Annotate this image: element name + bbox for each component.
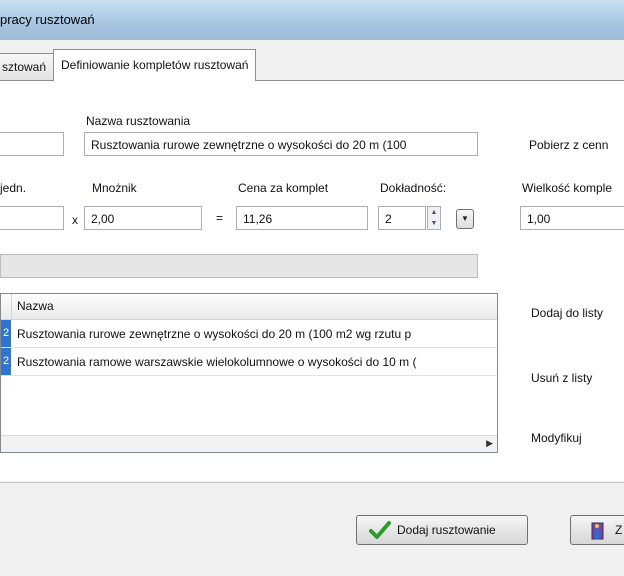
name-label: Nazwa rusztowania <box>86 114 191 128</box>
code-field[interactable] <box>0 132 64 156</box>
precision-spinner[interactable]: ▲ ▼ <box>427 206 441 230</box>
spin-down-icon[interactable]: ▼ <box>428 218 440 229</box>
remove-from-list-button[interactable]: Usuń z listy <box>531 371 592 385</box>
name-field[interactable]: Rusztowania rurowe zewnętrzne o wysokośc… <box>84 132 478 156</box>
tab-scaffold-work[interactable]: sztowań <box>0 53 55 80</box>
precision-label: Dokładność: <box>380 181 447 195</box>
price-label: Cena za komplet <box>238 181 329 195</box>
unit-field[interactable] <box>0 206 64 230</box>
chevron-down-icon: ▼ <box>461 214 469 223</box>
table-row[interactable]: 2 Rusztowania rurowe zewnętrzne o wysoko… <box>1 320 497 348</box>
equals-operator: = <box>216 211 224 225</box>
bottom-bar: Dodaj rusztowanie Z <box>0 482 624 576</box>
precision-dropdown-button[interactable]: ▼ <box>456 209 474 229</box>
row-number: 2 <box>1 348 11 375</box>
window-title: pracy rusztowań <box>0 12 95 27</box>
progress-bar <box>0 254 478 278</box>
grid-header-num <box>1 294 12 319</box>
modify-button[interactable]: Modyfikuj <box>531 431 582 445</box>
close-label: Z <box>615 523 623 537</box>
set-size-field[interactable]: 1,00 <box>520 206 624 230</box>
fetch-from-pricelist-label[interactable]: Pobierz z cenn <box>529 138 608 152</box>
scroll-right-icon[interactable]: ▶ <box>486 438 493 449</box>
precision-field[interactable]: 2 <box>378 206 426 230</box>
add-scaffold-button[interactable]: Dodaj rusztowanie <box>356 515 528 545</box>
close-button[interactable]: Z <box>570 515 624 545</box>
title-bar: pracy rusztowań <box>0 0 624 41</box>
unit-label: jedn. <box>0 181 27 195</box>
add-to-list-button[interactable]: Dodaj do listy <box>531 306 603 320</box>
tab-panel: Nazwa rusztowania Rusztowania rurowe zew… <box>0 80 624 481</box>
multiplier-field[interactable]: 2,00 <box>84 206 202 230</box>
price-field[interactable]: 11,26 <box>236 206 368 230</box>
multiplier-label: Mnożnik <box>92 181 137 195</box>
horizontal-scrollbar[interactable]: ▶ <box>1 435 497 452</box>
spin-up-icon[interactable]: ▲ <box>428 207 440 218</box>
tab-define-scaffold-sets[interactable]: Definiowanie kompletów rusztowań <box>53 49 257 81</box>
row-name: Rusztowania rurowe zewnętrzne o wysokośc… <box>17 327 412 341</box>
row-number: 2 <box>1 320 11 347</box>
scaffold-list: Nazwa 2 Rusztowania rurowe zewnętrzne o … <box>0 293 498 453</box>
door-exit-icon <box>589 521 609 544</box>
times-operator: x <box>72 213 78 227</box>
grid-header: Nazwa <box>1 294 497 320</box>
table-row[interactable]: 2 Rusztowania ramowe warszawskie wieloko… <box>1 348 497 376</box>
grid-header-name[interactable]: Nazwa <box>17 299 54 313</box>
checkmark-icon <box>369 520 391 543</box>
add-scaffold-label: Dodaj rusztowanie <box>397 523 496 537</box>
set-size-label: Wielkość komple <box>522 181 613 195</box>
tab-strip: sztowań Definiowanie kompletów rusztowań <box>0 40 624 85</box>
row-name: Rusztowania ramowe warszawskie wielokolu… <box>17 355 417 369</box>
